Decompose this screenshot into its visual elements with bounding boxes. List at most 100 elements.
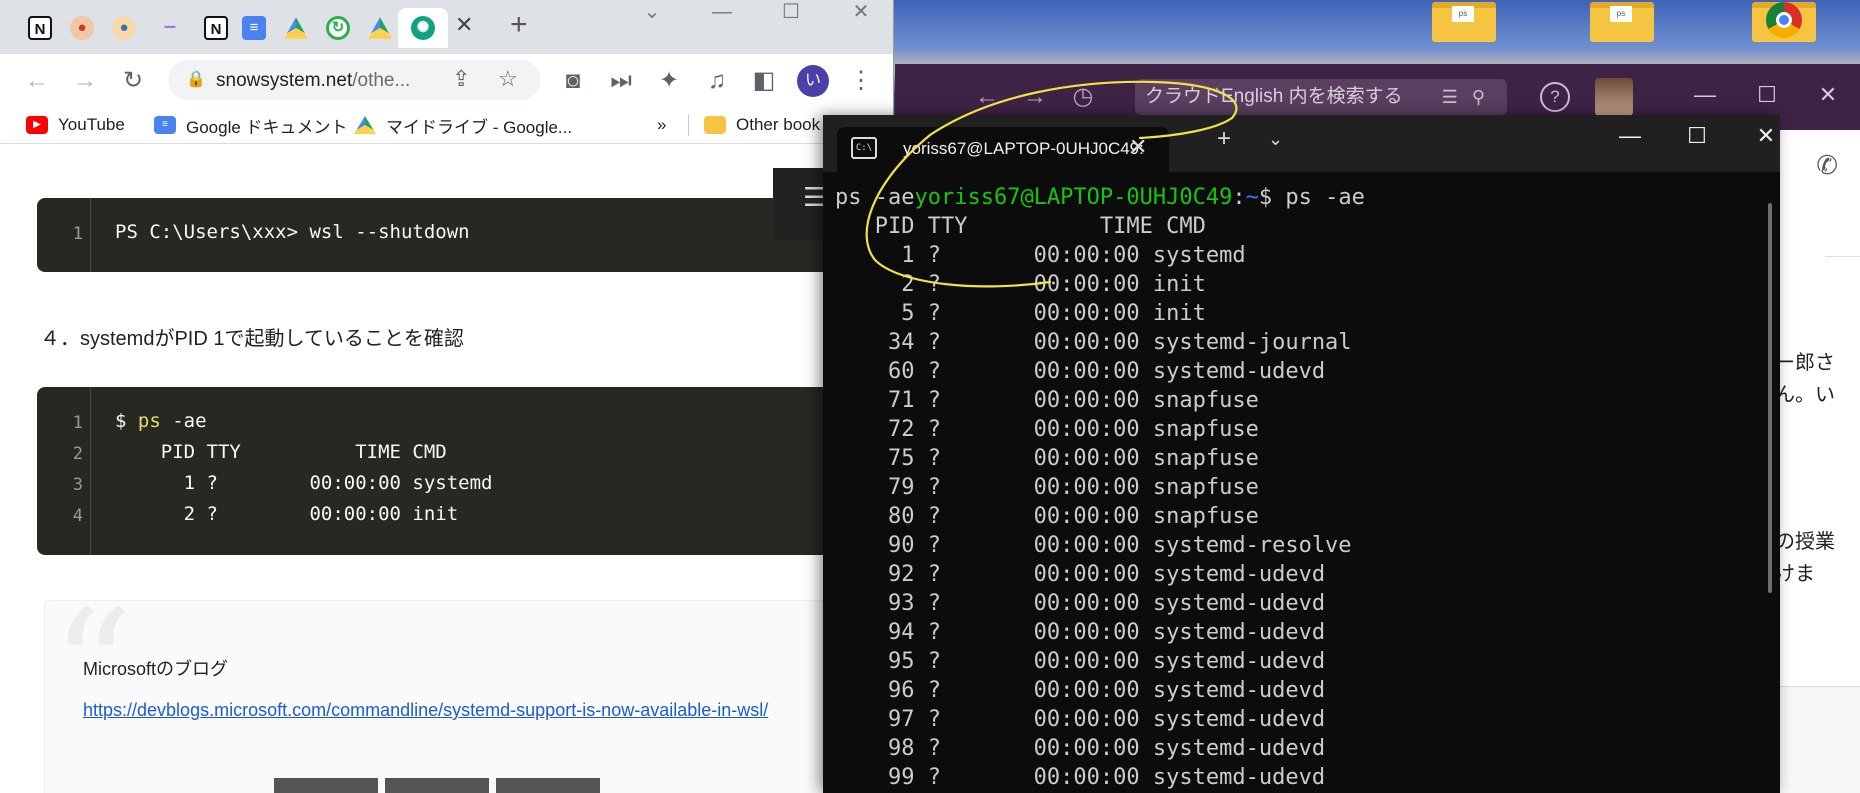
message-fragment: ん。い xyxy=(1775,384,1835,406)
new-tab-icon[interactable]: + xyxy=(1217,125,1231,153)
command: systemd-udevd xyxy=(1152,736,1326,761)
search-icon[interactable]: ⚲ xyxy=(1472,87,1499,107)
share-button[interactable] xyxy=(274,778,378,793)
terminal-tab-title: yoriss67@LAPTOP-0UHJ0C49: xyxy=(903,139,1144,158)
code-block-shutdown: 1 PS C:\Users\xxx> wsl --shutdown xyxy=(37,198,894,272)
minimize-icon[interactable]: — xyxy=(1690,82,1720,108)
browser-tab[interactable]: N xyxy=(20,8,60,48)
browser-tab[interactable]: ↻ xyxy=(318,8,358,48)
pid: 80 xyxy=(887,504,915,529)
new-tab-button[interactable]: + xyxy=(510,8,528,42)
share-button[interactable] xyxy=(496,778,600,793)
browser-tab[interactable] xyxy=(276,8,316,48)
folder-icon[interactable]: ps xyxy=(1590,0,1654,44)
reload-icon[interactable]: ↻ xyxy=(118,66,148,96)
maximize-icon[interactable]: ☐ xyxy=(1752,82,1782,108)
browser-tab[interactable]: ● xyxy=(104,8,144,48)
pid: 1 xyxy=(901,243,915,268)
tty: ? xyxy=(927,475,941,500)
tty: ? xyxy=(927,562,941,587)
back-icon[interactable]: ← xyxy=(22,66,52,96)
share-button[interactable] xyxy=(385,778,489,793)
bookmarks-more-button[interactable]: » xyxy=(657,112,666,138)
cpu-time: 00:00:00 xyxy=(1033,388,1140,413)
terminal-tab[interactable]: C:\ yoriss67@LAPTOP-0UHJ0C49: ✕ xyxy=(837,127,1169,172)
avatar[interactable] xyxy=(1595,78,1633,116)
command: systemd-udevd xyxy=(1152,562,1326,587)
tty: ? xyxy=(927,591,941,616)
line-number: 4 xyxy=(72,506,83,526)
browser-tab[interactable]: ≡ xyxy=(234,8,274,48)
process-row: 80? 00:00:00 snapfuse xyxy=(835,502,1760,531)
prompt-user: yoriss67@LAPTOP-0UHJ0C49 xyxy=(914,185,1233,210)
side-panel-icon[interactable]: ◧ xyxy=(749,66,779,96)
other-bookmarks-folder[interactable]: Other book xyxy=(704,112,820,138)
menu-icon[interactable]: ⋮ xyxy=(846,66,876,96)
pid: 72 xyxy=(887,417,915,442)
minimize-icon[interactable]: — xyxy=(702,0,742,24)
address-bar[interactable]: 🔒 snowsystem.net/othe... ⇪ ☆ xyxy=(168,60,541,100)
bookmark-item[interactable]: ≡ Google ドキュメント xyxy=(154,112,348,138)
folder-icon xyxy=(704,116,726,134)
camera-icon[interactable]: ◙ xyxy=(558,66,588,96)
forward-arrow-icon[interactable]: → xyxy=(1019,81,1051,113)
close-icon[interactable]: ✕ xyxy=(1813,82,1843,108)
workspace-search-input[interactable]: クラウドEnglish 内を検索する ☰⚲ xyxy=(1135,79,1507,115)
bookmarks-bar: ▶ YouTube ≡ Google ドキュメント マイドライブ - Google...… xyxy=(0,106,893,144)
browser-tab[interactable]: ✺ xyxy=(398,8,448,48)
extensions-icon[interactable]: ✦ xyxy=(654,66,684,96)
bookmark-star-icon[interactable]: ☆ xyxy=(498,66,518,92)
code-line: 2 ? 00:00:00 init xyxy=(115,503,459,525)
bookmark-label: Google ドキュメント xyxy=(186,117,348,137)
google-drive-icon xyxy=(284,17,308,39)
back-arrow-icon[interactable]: ← xyxy=(971,81,1003,113)
pid: 75 xyxy=(887,446,915,471)
browser-tab[interactable]: ● xyxy=(62,8,102,48)
folder-icon[interactable]: ps xyxy=(1432,0,1496,44)
refresh-app-icon: ↻ xyxy=(326,16,350,40)
bookmark-item[interactable]: マイドライブ - Google... xyxy=(354,112,572,138)
profile-avatar[interactable]: い xyxy=(797,65,829,97)
notion-icon: N xyxy=(204,16,228,40)
phone-icon[interactable]: ✆ xyxy=(1816,150,1838,181)
maximize-icon[interactable]: ☐ xyxy=(771,0,811,24)
scrollbar[interactable] xyxy=(1768,203,1772,593)
browser-tab[interactable]: – xyxy=(150,8,190,48)
chrome-shortcut-icon[interactable] xyxy=(1752,0,1816,44)
cpu-time: 00:00:00 xyxy=(1033,359,1140,384)
tty: ? xyxy=(927,533,941,558)
process-row: 72? 00:00:00 snapfuse xyxy=(835,415,1760,444)
filter-icon[interactable]: ☰ xyxy=(1442,87,1472,107)
process-row: 5? 00:00:00 init xyxy=(835,299,1760,328)
terminal-titlebar: C:\ yoriss67@LAPTOP-0UHJ0C49: ✕ + ⌄ — ☐ … xyxy=(823,115,1780,172)
tty: ? xyxy=(927,272,941,297)
tty: ? xyxy=(927,649,941,674)
share-icon[interactable]: ⇪ xyxy=(452,66,470,92)
minimize-icon[interactable]: — xyxy=(1607,123,1653,149)
lock-icon[interactable]: 🔒 xyxy=(186,69,206,89)
media-queue-icon[interactable]: ♫ xyxy=(702,66,732,96)
bookmark-item[interactable]: ▶ YouTube xyxy=(26,112,125,138)
close-icon[interactable]: ✕ xyxy=(841,0,881,24)
close-tab-icon[interactable]: ✕ xyxy=(1129,134,1147,160)
media-extension-icon[interactable]: ⏭ xyxy=(606,66,636,96)
forward-icon[interactable]: → xyxy=(70,66,100,96)
browser-tab[interactable]: N xyxy=(196,8,236,48)
terminal-output[interactable]: ps -aeyoriss67@LAPTOP-0UHJ0C49:~$ ps -ae… xyxy=(835,183,1760,792)
url-text: snowsystem.net/othe... xyxy=(216,70,411,91)
dropdown-chevron-icon[interactable]: ⌄ xyxy=(1268,129,1283,150)
maximize-icon[interactable]: ☐ xyxy=(1674,123,1720,149)
help-icon[interactable]: ? xyxy=(1540,82,1570,112)
code-line: PS C:\Users\xxx> wsl --shutdown xyxy=(115,221,470,243)
tty: ? xyxy=(927,504,941,529)
google-drive-icon xyxy=(368,17,392,39)
close-icon[interactable]: ✕ xyxy=(1743,123,1789,149)
close-tab-icon[interactable]: ✕ xyxy=(455,12,473,38)
avatar-icon: ● xyxy=(70,16,94,40)
browser-tab[interactable] xyxy=(360,8,400,48)
tab-search-chevron-icon[interactable]: ⌄ xyxy=(632,0,672,24)
blog-link[interactable]: https://devblogs.microsoft.com/commandli… xyxy=(83,693,803,727)
history-clock-icon[interactable]: ◷ xyxy=(1067,81,1099,113)
tty: ? xyxy=(927,765,941,790)
pid: 90 xyxy=(887,533,915,558)
